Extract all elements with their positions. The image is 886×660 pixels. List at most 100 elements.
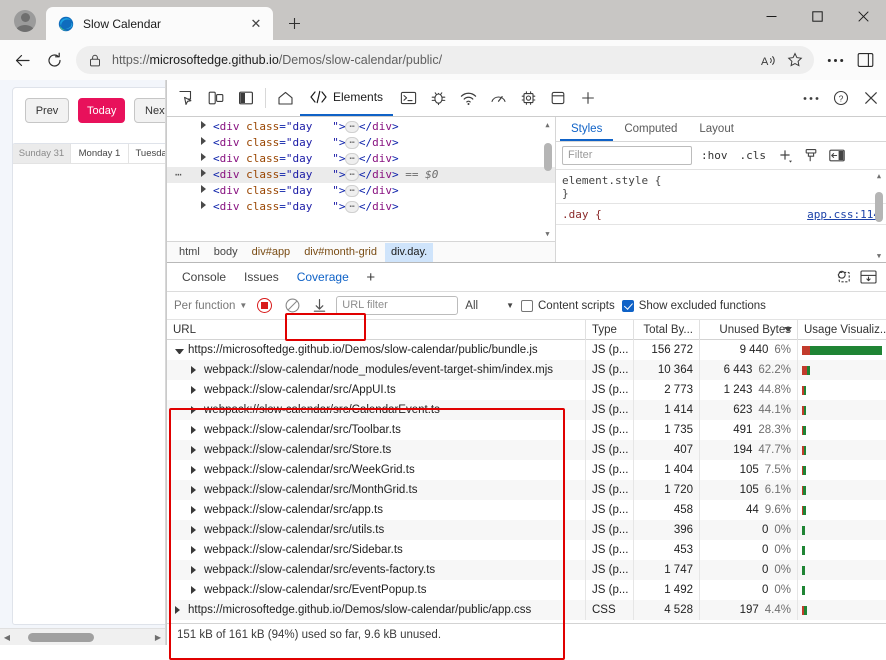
styles-scrollbar[interactable]: ▲ ▼ — [873, 170, 885, 262]
scrollbar-thumb[interactable] — [543, 143, 552, 171]
tab-application[interactable] — [543, 83, 573, 113]
scroll-up-arrow-icon[interactable]: ▲ — [873, 170, 885, 182]
scroll-up-arrow-icon[interactable]: ▲ — [542, 119, 553, 130]
table-row[interactable]: https://microsoftedge.github.io/Demos/sl… — [167, 600, 886, 620]
css-source-link[interactable]: app.css:114 — [807, 208, 880, 221]
calendar-day-header[interactable]: Tuesday 2 — [129, 144, 165, 164]
cell-url[interactable]: webpack://slow-calendar/src/Sidebar.ts — [167, 540, 586, 560]
new-style-rule-button[interactable] — [775, 146, 795, 166]
dom-node-row[interactable]: <div class="day "> ⋯ </div> — [167, 199, 555, 215]
browser-tab[interactable]: Slow Calendar ✕ — [46, 7, 273, 40]
cell-url[interactable]: webpack://slow-calendar/src/events-facto… — [167, 560, 586, 580]
collapsed-content-badge[interactable]: ⋯ — [345, 121, 359, 133]
expand-triangle-icon[interactable] — [191, 426, 200, 434]
table-row[interactable]: https://microsoftedge.github.io/Demos/sl… — [167, 340, 886, 360]
tab-performance[interactable] — [483, 83, 513, 113]
expand-triangle-icon[interactable] — [175, 606, 184, 614]
tab-computed[interactable]: Computed — [613, 117, 688, 141]
table-row[interactable]: webpack://slow-calendar/src/app.ts JS (p.… — [167, 500, 886, 520]
column-header-unused-bytes[interactable]: Unused Bytes — [700, 319, 798, 340]
dom-tree[interactable]: <div class="day "> ⋯ </div> <div class="da… — [167, 117, 555, 241]
maximize-button[interactable] — [794, 0, 840, 32]
expand-triangle-icon[interactable] — [201, 137, 206, 145]
minimize-button[interactable] — [748, 0, 794, 32]
table-row[interactable]: webpack://slow-calendar/src/CalendarEven… — [167, 400, 886, 420]
export-coverage-button[interactable] — [309, 296, 329, 316]
cell-url[interactable]: webpack://slow-calendar/src/utils.ts — [167, 520, 586, 540]
clear-coverage-button[interactable] — [282, 296, 302, 316]
node-context-menu-icon[interactable]: ⋯ — [175, 167, 183, 183]
expand-triangle-icon[interactable] — [191, 366, 200, 374]
expand-triangle-icon[interactable] — [201, 153, 206, 161]
scrollbar-thumb[interactable] — [28, 632, 94, 642]
breadcrumb-item-month-grid[interactable]: div#month-grid — [298, 243, 383, 262]
table-row[interactable]: webpack://slow-calendar/src/utils.ts JS (… — [167, 520, 886, 540]
table-row[interactable]: webpack://slow-calendar/src/Toolbar.ts JS… — [167, 420, 886, 440]
expand-triangle-icon[interactable] — [191, 566, 200, 574]
expand-triangle-icon[interactable] — [191, 386, 200, 394]
calendar-day-header[interactable]: Monday 1 — [71, 144, 129, 164]
table-row[interactable]: webpack://slow-calendar/src/WeekGrid.ts J… — [167, 460, 886, 480]
expand-triangle-icon[interactable] — [191, 466, 200, 474]
table-row[interactable]: webpack://slow-calendar/src/AppUI.ts JS (… — [167, 380, 886, 400]
cell-url[interactable]: webpack://slow-calendar/src/Store.ts — [167, 440, 586, 460]
column-header-usage-visualization[interactable]: Usage Visualiz... — [798, 320, 886, 340]
cell-url[interactable]: webpack://slow-calendar/src/MonthGrid.ts — [167, 480, 586, 500]
cell-url[interactable]: webpack://slow-calendar/src/EventPopup.t… — [167, 580, 586, 600]
expand-triangle-icon[interactable] — [201, 185, 206, 193]
table-row[interactable]: webpack://slow-calendar/src/Sidebar.ts JS… — [167, 540, 886, 560]
table-row[interactable]: webpack://slow-calendar/src/events-facto… — [167, 560, 886, 580]
next-button[interactable]: Next — [134, 98, 165, 123]
column-header-type[interactable]: Type — [586, 319, 634, 340]
tab-coverage-drawer[interactable]: Coverage — [288, 263, 358, 291]
column-header-url[interactable]: URL — [167, 319, 586, 340]
css-rule-selector[interactable]: .day { — [562, 208, 602, 221]
show-excluded-functions-checkbox[interactable]: Show excluded functions — [621, 299, 766, 312]
add-drawer-tab-button[interactable]: + — [358, 264, 384, 290]
dom-node-row[interactable]: <div class="day "> ⋯ </div> — [167, 183, 555, 199]
new-tab-button[interactable] — [279, 8, 309, 38]
css-rule-block[interactable]: .day { app.css:114 — [556, 204, 886, 225]
devtools-more-tools-button[interactable] — [796, 83, 826, 113]
copy-styles-button[interactable] — [801, 146, 821, 166]
expand-triangle-icon[interactable] — [191, 586, 200, 594]
expand-triangle-icon[interactable] — [191, 446, 200, 454]
cell-url[interactable]: webpack://slow-calendar/src/Toolbar.ts — [167, 420, 586, 440]
toggle-pseudo-classes-button[interactable]: :hov — [698, 149, 731, 162]
collapsed-content-badge[interactable]: ⋯ — [345, 185, 359, 197]
device-toolbar-button[interactable] — [201, 83, 231, 113]
collapsed-content-badge[interactable]: ⋯ — [345, 137, 359, 149]
tab-memory[interactable] — [513, 83, 543, 113]
today-button[interactable]: Today — [78, 98, 126, 123]
dom-node-row[interactable]: <div class="day "> ⋯ </div> — [167, 151, 555, 167]
tab-console-drawer[interactable]: Console — [173, 263, 235, 291]
coverage-url-filter-input[interactable]: URL filter — [336, 296, 459, 315]
address-bar[interactable]: https://microsoftedge.github.io/Demos/sl… — [76, 46, 814, 74]
devtools-help-button[interactable]: ? — [826, 83, 856, 113]
tab-elements[interactable]: Elements — [300, 80, 394, 116]
styles-filter-input[interactable]: Filter — [562, 146, 692, 165]
dom-node-row-selected[interactable]: ⋯ <div class="day "> ⋯ </div> == $0 — [167, 167, 555, 183]
favorite-star-icon[interactable] — [782, 47, 808, 73]
tab-styles[interactable]: Styles — [560, 117, 614, 141]
dom-tree-scrollbar[interactable]: ▲ ▼ — [542, 119, 553, 239]
cell-url[interactable]: webpack://slow-calendar/src/WeekGrid.ts — [167, 460, 586, 480]
coverage-type-filter-select[interactable]: All ▼ — [465, 300, 514, 312]
expand-triangle-icon[interactable] — [191, 486, 200, 494]
breadcrumb-item-day[interactable]: div.day. — [384, 242, 434, 262]
profile-button[interactable] — [8, 4, 42, 38]
tab-issues-drawer[interactable]: Issues — [235, 263, 288, 291]
welcome-home-tab[interactable] — [270, 83, 300, 113]
expand-triangle-icon[interactable] — [191, 546, 200, 554]
tab-close-button[interactable]: ✕ — [245, 13, 267, 35]
table-row[interactable]: webpack://slow-calendar/node_modules/eve… — [167, 360, 886, 380]
coverage-table-body[interactable]: https://microsoftedge.github.io/Demos/sl… — [167, 340, 886, 623]
scroll-down-arrow-icon[interactable]: ▼ — [873, 250, 885, 262]
back-button[interactable] — [6, 44, 38, 76]
expand-triangle-icon[interactable] — [201, 169, 206, 177]
column-header-total-bytes[interactable]: Total By... — [634, 319, 700, 340]
collapsed-content-badge[interactable]: ⋯ — [345, 153, 359, 165]
page-horizontal-scrollbar[interactable]: ◀ ▶ — [0, 628, 165, 645]
expand-triangle-icon[interactable] — [191, 506, 200, 514]
tab-sources[interactable] — [423, 83, 453, 113]
